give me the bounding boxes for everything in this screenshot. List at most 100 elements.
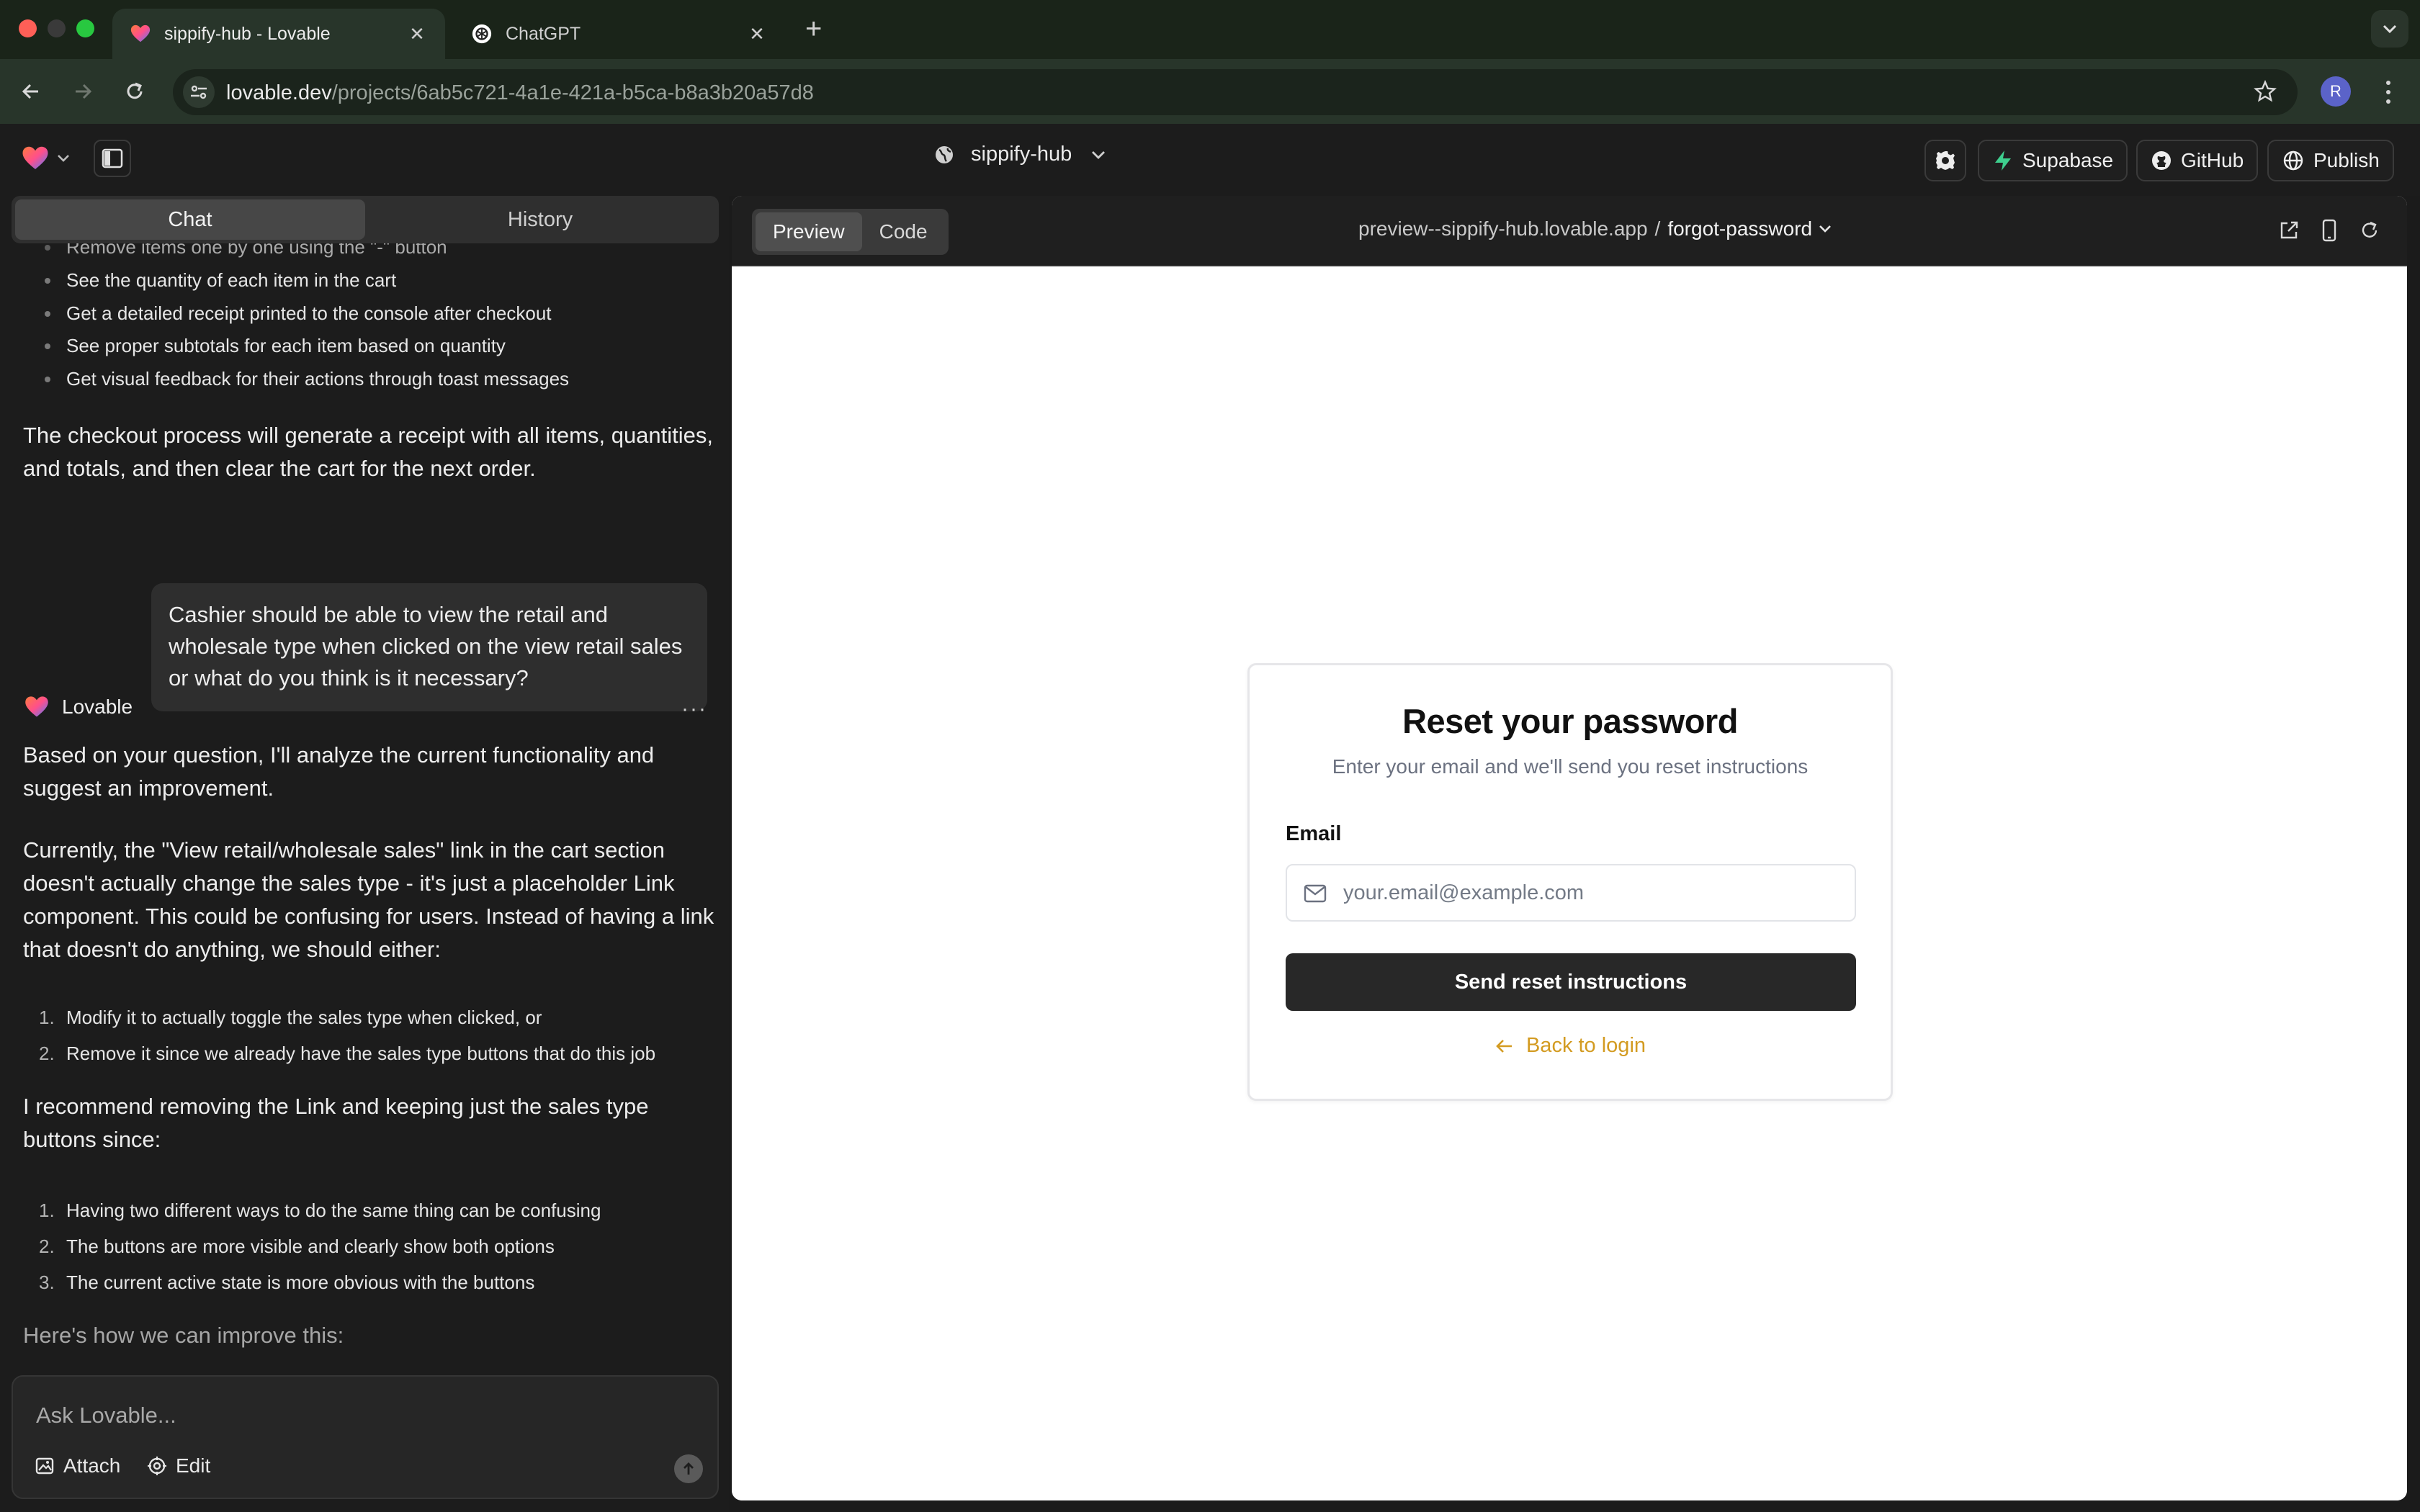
project-switcher[interactable]: sippify-hub xyxy=(933,143,1106,166)
app-header: sippify-hub Supabase GitHub Publish xyxy=(0,124,2420,196)
assistant-paragraph: I recommend removing the Link and keepin… xyxy=(23,1094,649,1152)
tab-code[interactable]: Code xyxy=(862,212,945,251)
address-bar[interactable]: lovable.dev/projects/6ab5c721-4a1e-421a-… xyxy=(173,69,2298,115)
arrow-right-icon xyxy=(76,84,92,99)
chevron-down-icon xyxy=(1819,225,1832,233)
arrow-left-icon xyxy=(1496,1039,1512,1053)
supabase-icon xyxy=(1995,150,2011,171)
list-item: Get a detailed receipt printed to the co… xyxy=(45,302,552,324)
publish-label: Publish xyxy=(2313,149,2380,171)
assistant-paragraph: Here's how we can improve this: xyxy=(23,1323,344,1348)
chat-scroll-area[interactable]: Remove items one by one using the "-" bu… xyxy=(0,243,729,1354)
lovable-logo-menu[interactable] xyxy=(20,144,71,173)
edit-button[interactable]: Edit xyxy=(147,1454,210,1477)
tab-title: sippify-hub - Lovable xyxy=(164,23,331,44)
browser-tab-chatgpt[interactable]: ChatGPT ✕ xyxy=(454,9,785,59)
list-item: See proper subtotals for each item based… xyxy=(45,335,506,356)
list-item-text: Remove it since we already have the sale… xyxy=(66,1043,656,1064)
reload-icon xyxy=(2362,221,2378,238)
browser-menu-icon[interactable] xyxy=(2380,78,2397,107)
back-to-login-link[interactable]: Back to login xyxy=(1250,1034,1891,1058)
mobile-icon xyxy=(2322,219,2336,242)
lovable-heart-icon xyxy=(22,146,48,169)
tab-search-button[interactable] xyxy=(2371,10,2408,48)
window-zoom-button[interactable] xyxy=(76,19,94,37)
list-item: 2. The buttons are more visible and clear… xyxy=(39,1236,555,1257)
github-label: GitHub xyxy=(2181,149,2244,171)
reload-icon xyxy=(127,82,143,99)
tab-preview[interactable]: Preview xyxy=(756,212,862,251)
list-item: 1. Having two different ways to do the sa… xyxy=(39,1200,601,1221)
sidebar-toggle-button[interactable] xyxy=(94,140,131,177)
browser-tab-bar: sippify-hub - Lovable ✕ ChatGPT ✕ + xyxy=(0,0,2420,59)
list-item: 2. Remove it since we already have the sa… xyxy=(39,1043,656,1064)
preview-route-selector[interactable]: preview--sippify-hub.lovable.app / forgo… xyxy=(1358,217,1832,240)
preview-host: preview--sippify-hub.lovable.app xyxy=(1358,217,1648,240)
edit-label: Edit xyxy=(176,1454,211,1477)
profile-avatar[interactable]: R xyxy=(2321,76,2351,107)
forward-button[interactable] xyxy=(66,75,99,108)
publish-button[interactable]: Publish xyxy=(2267,140,2394,181)
page-title: Reset your password xyxy=(1402,702,1738,740)
list-item: See the quantity of each item in the car… xyxy=(44,269,397,291)
preview-route: forgot-password xyxy=(1667,217,1813,240)
tab-title: ChatGPT xyxy=(506,23,581,44)
email-field[interactable] xyxy=(1343,865,1840,920)
new-tab-icon[interactable]: + xyxy=(805,13,822,45)
browser-tab-lovable[interactable]: sippify-hub - Lovable ✕ xyxy=(112,9,445,59)
chevron-down-icon xyxy=(1092,150,1106,159)
window-close-button[interactable] xyxy=(19,19,37,37)
arrow-left-icon xyxy=(22,84,38,99)
globe-icon xyxy=(2283,150,2303,171)
bookmark-star-icon[interactable] xyxy=(2253,79,2277,107)
email-field-wrapper xyxy=(1286,864,1856,922)
list-item: Remove items one by one using the "-" bu… xyxy=(45,243,447,258)
site-settings-icon[interactable] xyxy=(183,76,215,108)
more-options-icon[interactable]: ··· xyxy=(681,697,707,721)
list-item-text: The current active state is more obvious… xyxy=(66,1272,535,1293)
chatgpt-icon xyxy=(472,24,492,44)
preview-code-toggle: Preview Code xyxy=(752,209,949,255)
mobile-view-button[interactable] xyxy=(2316,217,2342,243)
browser-toolbar: lovable.dev/projects/6ab5c721-4a1e-421a-… xyxy=(0,59,2420,124)
chevron-down-icon xyxy=(2383,24,2397,34)
tab-close-icon[interactable]: ✕ xyxy=(746,23,768,45)
open-external-button[interactable] xyxy=(2276,217,2302,243)
send-reset-instructions-button[interactable]: Send reset instructions xyxy=(1286,953,1856,1011)
attach-button[interactable]: Attach xyxy=(35,1454,120,1477)
page-subtitle: Enter your email and we'll send you rese… xyxy=(1332,755,1809,778)
send-button[interactable] xyxy=(674,1454,703,1483)
chat-input-box[interactable]: Ask Lovable... Attach Edit xyxy=(12,1375,719,1499)
list-item: 1. Modify it to actually toggle the sales… xyxy=(39,1007,542,1028)
external-link-icon xyxy=(2280,221,2298,239)
tab-history[interactable]: History xyxy=(365,199,715,240)
assistant-paragraph: Currently, the "View retail/wholesale sa… xyxy=(23,837,714,962)
assistant-paragraph: Based on your question, I'll analyze the… xyxy=(23,742,655,801)
chat-input-placeholder[interactable]: Ask Lovable... xyxy=(36,1403,176,1428)
project-name: sippify-hub xyxy=(971,143,1072,166)
list-item-text: Having two different ways to do the same… xyxy=(66,1200,601,1221)
target-icon xyxy=(148,1457,166,1475)
tab-close-icon[interactable]: ✕ xyxy=(406,23,428,45)
chat-history-tabs: Chat History xyxy=(12,196,719,243)
settings-button[interactable] xyxy=(1924,140,1966,181)
chevron-down-icon xyxy=(58,155,69,162)
refresh-preview-button[interactable] xyxy=(2357,217,2383,243)
preview-canvas: Reset your password Enter your email and… xyxy=(732,266,2407,1500)
supabase-button[interactable]: Supabase xyxy=(1978,140,2128,181)
assistant-header: Lovable ··· xyxy=(23,693,707,721)
chat-panel: Chat History Remove items one by one usi… xyxy=(0,196,729,1512)
sidebar-icon xyxy=(102,148,123,168)
github-icon xyxy=(2152,151,2171,170)
github-button[interactable]: GitHub xyxy=(2136,140,2259,181)
window-minimize-button[interactable] xyxy=(48,19,66,37)
list-item: Get visual feedback for their actions th… xyxy=(44,368,570,390)
tab-chat[interactable]: Chat xyxy=(15,199,365,240)
back-button[interactable] xyxy=(14,75,48,108)
lovable-heart-icon xyxy=(25,696,48,717)
reload-button[interactable] xyxy=(118,75,151,108)
mail-icon xyxy=(1304,884,1327,903)
attach-label: Attach xyxy=(63,1454,121,1477)
list-item: 3. The current active state is more obvio… xyxy=(39,1272,535,1293)
preview-toolbar: Preview Code preview--sippify-hub.lovabl… xyxy=(732,196,2407,266)
